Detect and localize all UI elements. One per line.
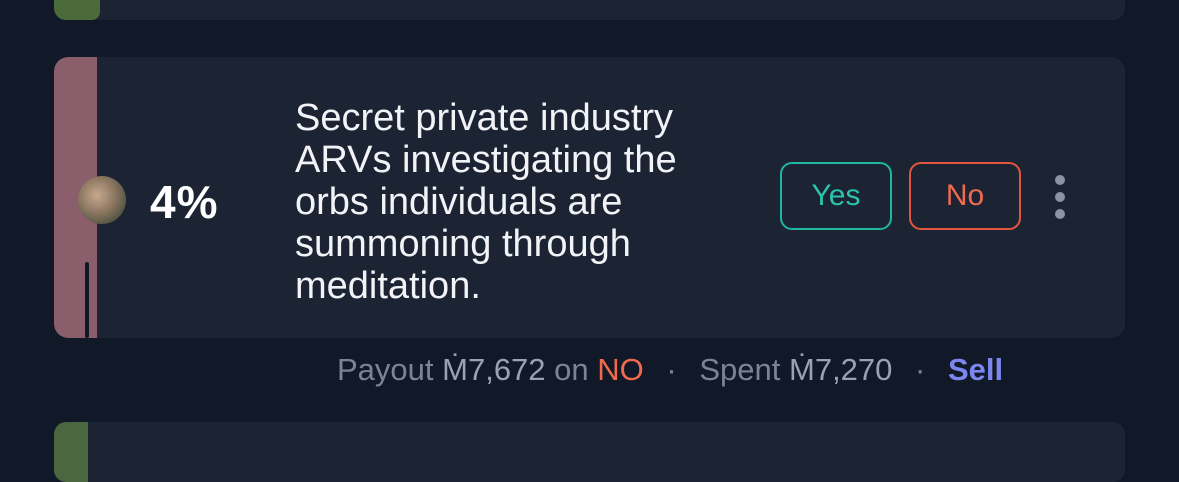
bet-no-button[interactable]: No xyxy=(909,162,1021,230)
market-card[interactable]: 4% Secret private industry ARVs investig… xyxy=(54,57,1125,338)
spent-label: Spent xyxy=(699,352,781,387)
separator-dot: · xyxy=(915,352,926,387)
market-probability: 4% xyxy=(150,176,219,228)
bet-yes-button[interactable]: Yes xyxy=(780,162,892,230)
probability-fill-marker xyxy=(85,262,89,338)
market-question[interactable]: Secret private industry ARVs investigati… xyxy=(295,97,745,307)
creator-avatar[interactable] xyxy=(78,176,126,224)
probability-stripe xyxy=(54,0,100,20)
probability-stripe xyxy=(54,422,88,482)
position-summary: Payout Ṁ7,672 on NO · Spent Ṁ7,270 · Sel… xyxy=(337,352,1003,388)
more-options-icon[interactable] xyxy=(1050,175,1070,223)
on-label: on xyxy=(554,352,589,387)
spent-amount: Ṁ7,270 xyxy=(789,352,893,387)
separator-dot: · xyxy=(666,352,677,387)
sell-button[interactable]: Sell xyxy=(948,352,1003,387)
payout-label: Payout xyxy=(337,352,434,387)
payout-amount: Ṁ7,672 xyxy=(442,352,546,387)
position-side: NO xyxy=(597,352,644,387)
previous-market-card[interactable] xyxy=(54,0,1125,20)
next-market-card[interactable] xyxy=(54,422,1125,482)
